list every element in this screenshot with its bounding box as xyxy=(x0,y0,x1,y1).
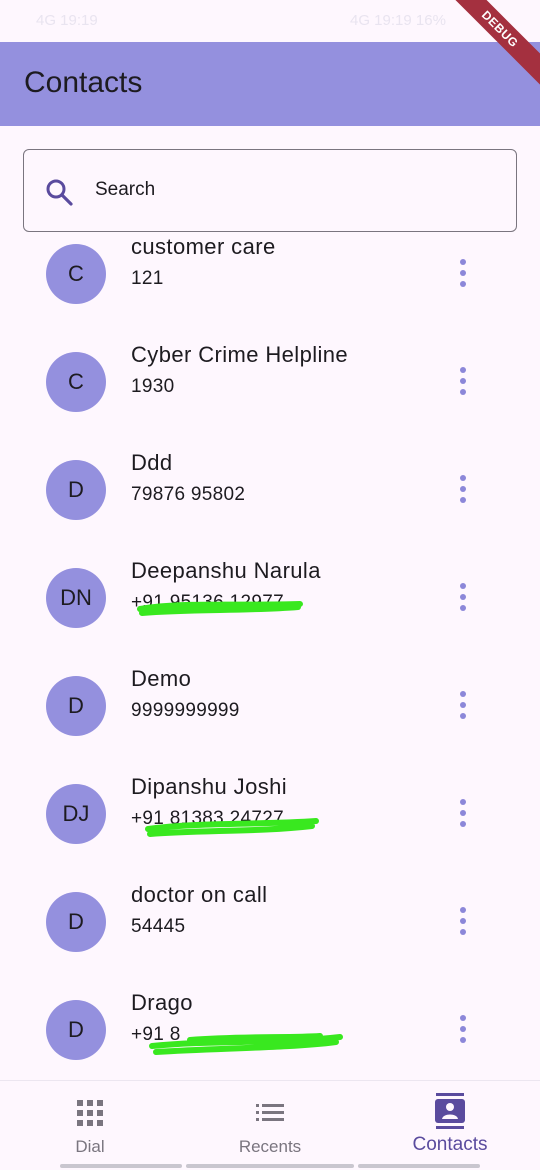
avatar: DJ xyxy=(46,784,106,844)
nav-recents-label: Recents xyxy=(238,1137,302,1156)
avatar: C xyxy=(46,244,106,304)
avatar: D xyxy=(46,460,106,520)
status-bar: 4G 19:19 4G 19:19 16% xyxy=(0,0,540,42)
app-bar: Contacts xyxy=(0,42,540,126)
more-options-icon[interactable] xyxy=(455,583,471,613)
more-options-icon[interactable] xyxy=(455,259,471,289)
avatar: DN xyxy=(46,568,106,628)
contacts-icon xyxy=(435,1093,465,1129)
gesture-bar-segment xyxy=(186,1164,354,1168)
contact-row[interactable]: C customer care 121 xyxy=(0,238,540,316)
contact-row[interactable]: D Drago +91 8 xyxy=(0,964,540,1072)
page-title: Contacts xyxy=(24,66,143,99)
nav-recents[interactable]: Recents xyxy=(180,1081,360,1170)
contact-phone: +91 95136 12977 xyxy=(131,592,284,613)
gesture-bar-segment xyxy=(358,1164,480,1168)
contact-row[interactable]: DN Deepanshu Narula +91 95136 12977 xyxy=(0,532,540,640)
contact-phone: 121 xyxy=(131,268,164,289)
nav-contacts[interactable]: Contacts xyxy=(360,1081,540,1170)
contact-name: doctor on call xyxy=(131,882,268,907)
more-options-icon[interactable] xyxy=(455,691,471,721)
nav-dial-label: Dial xyxy=(75,1137,105,1156)
contact-phone: 1930 xyxy=(131,376,175,397)
list-icon xyxy=(256,1104,284,1121)
gesture-bar-segment xyxy=(60,1164,182,1168)
more-options-icon[interactable] xyxy=(455,475,471,505)
contact-row[interactable]: D Ddd 79876 95802 xyxy=(0,424,540,532)
dialpad-icon xyxy=(77,1100,103,1126)
more-options-icon[interactable] xyxy=(455,799,471,829)
nav-contacts-label: Contacts xyxy=(412,1134,488,1155)
more-options-icon[interactable] xyxy=(455,907,471,937)
search-input[interactable]: Search xyxy=(23,149,517,232)
contact-name: Ddd xyxy=(131,450,173,475)
contact-list[interactable]: C customer care 121 C Cyber Crime Helpli… xyxy=(0,238,540,1080)
more-options-icon[interactable] xyxy=(455,367,471,397)
status-time: 4G 19:19 xyxy=(36,12,98,29)
nav-dial[interactable]: Dial xyxy=(0,1081,180,1170)
contact-row[interactable]: D doctor on call 54445 xyxy=(0,856,540,964)
search-icon xyxy=(46,179,73,206)
contact-name: Drago xyxy=(131,990,193,1015)
status-indicators: 4G 19:19 16% xyxy=(350,12,446,29)
contact-name: Dipanshu Joshi xyxy=(131,774,288,799)
contact-phone: 54445 xyxy=(131,916,186,937)
contact-row[interactable]: D Demo 9999999999 xyxy=(0,640,540,748)
avatar: D xyxy=(46,676,106,736)
avatar: D xyxy=(46,892,106,952)
contact-name: Demo xyxy=(131,666,192,691)
contact-name: Cyber Crime Helpline xyxy=(131,342,349,367)
avatar: D xyxy=(46,1000,106,1060)
search-placeholder: Search xyxy=(95,179,156,200)
contact-name: customer care xyxy=(131,238,276,259)
more-options-icon[interactable] xyxy=(455,1015,471,1045)
contact-row[interactable]: C Cyber Crime Helpline 1930 xyxy=(0,316,540,424)
contact-phone: +91 8 xyxy=(131,1024,181,1045)
contact-phone: 9999999999 xyxy=(131,700,240,721)
contact-row[interactable]: DJ Dipanshu Joshi +91 81383 24727 xyxy=(0,748,540,856)
contact-name: Deepanshu Narula xyxy=(131,558,321,583)
contact-phone: +91 81383 24727 xyxy=(131,808,284,829)
contact-phone: 79876 95802 xyxy=(131,484,246,505)
avatar: C xyxy=(46,352,106,412)
bottom-navigation: Dial Recents Contacts xyxy=(0,1080,540,1170)
